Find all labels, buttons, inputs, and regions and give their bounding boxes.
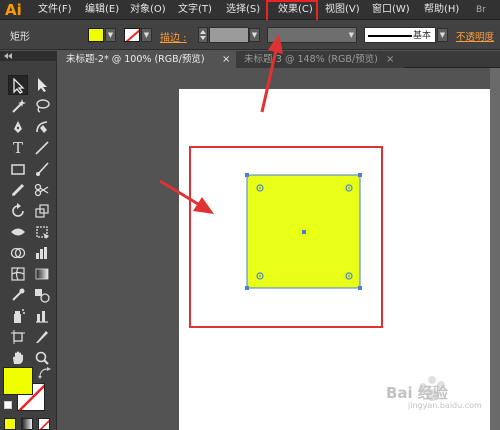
brush-stroke-icon — [368, 35, 412, 37]
menu-effect[interactable]: 效果(C) — [278, 0, 313, 20]
stroke-swatch[interactable] — [124, 28, 140, 42]
pencil-tool-icon[interactable] — [8, 180, 28, 200]
free-transform-tool-icon[interactable] — [32, 222, 52, 242]
close-icon[interactable]: × — [222, 51, 230, 68]
default-colors-icon[interactable] — [4, 401, 12, 409]
panel-edge — [490, 68, 500, 430]
fill-dropdown-icon[interactable]: ▼ — [105, 28, 116, 42]
variable-width-profile[interactable]: ▼ — [267, 27, 357, 43]
slice-tool-icon[interactable] — [32, 327, 52, 347]
tab-label: 未标题-2* @ 100% (RGB/预览) — [66, 54, 205, 65]
brush-definition-dropdown[interactable]: 基本 — [364, 27, 436, 43]
curvature-tool-icon[interactable] — [32, 117, 52, 137]
hand-tool-icon[interactable] — [8, 348, 28, 368]
rotate-tool-icon[interactable] — [8, 201, 28, 221]
document-tab-bar: 未标题-2* @ 100% (RGB/预览) × 未标题-3 @ 148% (R… — [58, 51, 500, 68]
mesh-tool-icon[interactable] — [8, 264, 28, 284]
direct-selection-tool-icon[interactable] — [32, 75, 52, 95]
gradient-mode-button[interactable] — [21, 418, 33, 430]
symbol-sprayer-tool-icon[interactable] — [8, 306, 28, 326]
canvas-area[interactable] — [58, 68, 500, 430]
menu-window[interactable]: 窗口(W) — [372, 0, 410, 20]
stepper-arrows-icon — [200, 30, 206, 40]
control-bar: 矩形 ▼ ▼ 描边 : ▼ ▼ 基本 ▼ 不透明度 — [0, 20, 500, 50]
fill-swatch[interactable] — [88, 28, 104, 42]
width-tool-icon[interactable] — [8, 222, 28, 242]
collapse-arrows-icon — [4, 53, 12, 59]
close-icon[interactable]: × — [386, 51, 394, 68]
gradient-tool-icon[interactable] — [32, 264, 52, 284]
rectangle-tool-icon[interactable] — [8, 159, 28, 179]
eyedropper-tool-icon[interactable] — [8, 285, 28, 305]
stroke-weight-dropdown-icon[interactable]: ▼ — [249, 28, 260, 42]
stroke-weight-stepper[interactable] — [198, 27, 208, 43]
tab-document-3[interactable]: 未标题-3 @ 148% (RGB/预览) × — [236, 51, 404, 68]
scissors-tool-icon[interactable] — [32, 180, 52, 200]
profile-dropdown-icon: ▼ — [348, 31, 354, 39]
swap-colors-icon[interactable] — [38, 367, 52, 379]
lasso-tool-icon[interactable] — [32, 96, 52, 116]
paintbrush-tool-icon[interactable] — [32, 159, 52, 179]
menu-select[interactable]: 选择(S) — [226, 0, 260, 20]
zoom-tool-icon[interactable] — [32, 348, 52, 368]
artboard[interactable] — [179, 89, 500, 430]
magic-wand-tool-icon[interactable] — [8, 96, 28, 116]
stroke-dropdown-icon[interactable]: ▼ — [141, 28, 152, 42]
watermark-brand: Bai 经验 — [386, 384, 448, 402]
tools-panel-grip[interactable] — [0, 51, 57, 61]
menu-type[interactable]: 文字(T) — [178, 0, 212, 20]
opacity-label[interactable]: 不透明度 — [456, 29, 494, 43]
column-graph-tool-icon[interactable] — [32, 306, 52, 326]
line-segment-tool-icon[interactable] — [32, 138, 52, 158]
shape-builder-tool-icon[interactable] — [8, 243, 28, 263]
brush-name: 基本 — [413, 31, 432, 41]
no-stroke-icon — [125, 29, 139, 41]
selection-tool-icon[interactable] — [8, 75, 28, 95]
none-mode-button[interactable] — [38, 418, 50, 430]
menu-view[interactable]: 视图(V) — [325, 0, 360, 20]
stroke-label[interactable]: 描边 : — [160, 29, 187, 44]
blend-tool-icon[interactable] — [32, 285, 52, 305]
stroke-weight-input[interactable] — [209, 27, 249, 43]
graph-tool-icon[interactable] — [32, 243, 52, 263]
menu-object[interactable]: 对象(O) — [130, 0, 166, 20]
artboard-tool-icon[interactable] — [8, 327, 28, 347]
scale-tool-icon[interactable] — [32, 201, 52, 221]
color-mode-button[interactable] — [4, 418, 16, 430]
brush-dropdown-icon[interactable]: ▼ — [437, 28, 448, 42]
tab-document-2[interactable]: 未标题-2* @ 100% (RGB/预览) × — [58, 51, 236, 68]
tab-label: 未标题-3 @ 148% (RGB/预览) — [244, 54, 378, 65]
menu-file[interactable]: 文件(F) — [38, 0, 72, 20]
workspace-switcher-icon[interactable]: Br — [476, 0, 486, 20]
menu-bar: Ai 文件(F) 编辑(E) 对象(O) 文字(T) 选择(S) 效果(C) 视… — [0, 0, 500, 20]
current-tool-label: 矩形 — [10, 32, 30, 43]
none-icon — [39, 419, 49, 429]
tools-panel: T — [0, 51, 57, 430]
watermark-url: jingyan.baidu.com — [408, 401, 482, 410]
app-logo[interactable]: Ai — [5, 1, 27, 19]
pen-tool-icon[interactable] — [8, 117, 28, 137]
menu-help[interactable]: 帮助(H) — [424, 0, 459, 20]
type-tool-icon[interactable]: T — [8, 138, 28, 158]
menu-edit[interactable]: 编辑(E) — [85, 0, 119, 20]
fill-color-indicator[interactable] — [3, 367, 33, 395]
